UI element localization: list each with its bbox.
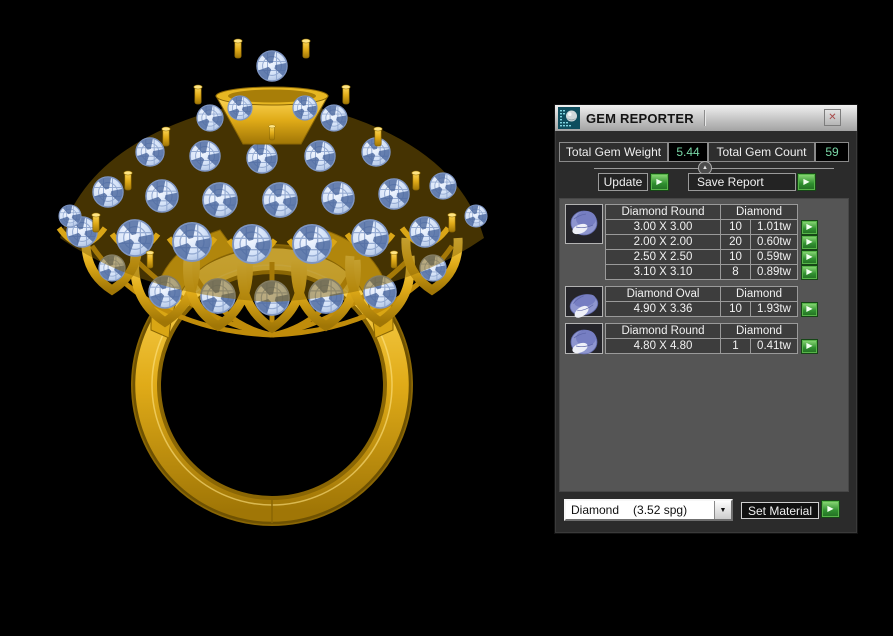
gem-weight-cell: 1.93tw [750, 301, 798, 317]
save-report-run-button[interactable]: ▶ [797, 173, 816, 191]
ring-3d-viewport[interactable] [0, 0, 556, 636]
gem-group: Diamond Round Diamond 4.80 X 4.80 1 0.41tw ▶ [565, 323, 848, 355]
titlebar-divider [704, 110, 705, 126]
gem-count-cell: 1 [720, 338, 751, 354]
run-icon: ▶ [656, 177, 663, 186]
titlebar[interactable]: GEM REPORTER ✕ [555, 105, 857, 131]
total-gem-weight-value: 5.44 [668, 142, 708, 162]
gem-group: Diamond Round Diamond 3.00 X 3.00 10 1.01tw ▶… [565, 204, 848, 280]
gem-size-cell: 3.00 X 3.00 [605, 219, 721, 235]
ring-render [56, 38, 489, 526]
round-gem-icon[interactable] [565, 204, 603, 244]
run-icon: ▶ [803, 177, 810, 186]
close-icon[interactable]: ✕ [824, 109, 841, 126]
gem-weight-cell: 0.59tw [750, 249, 798, 265]
gem-count-cell: 8 [720, 264, 751, 280]
gem-shape-header: Diamond Round [605, 204, 721, 220]
total-gem-weight-label: Total Gem Weight [559, 142, 668, 162]
run-icon: ▶ [806, 267, 813, 276]
chevron-down-icon[interactable]: ▼ [714, 501, 731, 519]
gem-size-cell: 3.10 X 3.10 [605, 264, 721, 280]
gem-weight-cell: 0.89tw [750, 264, 798, 280]
gem-size-row[interactable]: 4.80 X 4.80 1 0.41tw ▶ [605, 338, 819, 354]
run-icon: ▶ [806, 252, 813, 261]
gem-size-row[interactable]: 2.50 X 2.50 10 0.59tw ▶ [605, 249, 819, 265]
round-gem-icon[interactable] [565, 323, 603, 355]
gem-material-header: Diamond [720, 204, 798, 220]
update-button[interactable]: Update [598, 173, 648, 191]
select-gem-row-button[interactable]: ▶ [801, 234, 818, 250]
gem-size-row[interactable]: 3.00 X 3.00 10 1.01tw ▶ [605, 219, 819, 235]
set-material-button[interactable]: Set Material [741, 502, 819, 519]
gem-count-cell: 10 [720, 249, 751, 265]
gem-weight-cell: 0.60tw [750, 234, 798, 250]
gem-size-cell: 4.80 X 4.80 [605, 338, 721, 354]
gem-size-cell: 2.00 X 2.00 [605, 234, 721, 250]
run-icon: ▶ [806, 304, 813, 313]
save-report-button[interactable]: Save Report [688, 173, 796, 191]
gem-weight-cell: 0.41tw [750, 338, 798, 354]
run-icon: ▶ [806, 222, 813, 231]
gem-size-row[interactable]: 3.10 X 3.10 8 0.89tw ▶ [605, 264, 819, 280]
gem-shape-header: Diamond Round [605, 323, 721, 339]
run-icon: ▶ [806, 341, 813, 350]
select-gem-row-button[interactable]: ▶ [801, 301, 818, 317]
gem-reporter-icon [558, 107, 580, 129]
gem-reporter-panel: GEM REPORTER ✕ Total Gem Weight 5.44 Tot… [554, 104, 858, 534]
gem-size-row[interactable]: 4.90 X 3.36 10 1.93tw ▶ [605, 301, 819, 317]
total-gem-count-value: 59 [815, 142, 849, 162]
gem-count-cell: 10 [720, 219, 751, 235]
select-gem-row-button[interactable]: ▶ [801, 264, 818, 280]
material-density: (3.52 spg) [633, 503, 688, 517]
update-run-button[interactable]: ▶ [650, 173, 669, 191]
gem-cluster [56, 38, 489, 338]
run-icon: ▶ [806, 237, 813, 246]
gem-group: Diamond Oval Diamond 4.90 X 3.36 10 1.93tw ▶ [565, 286, 848, 318]
gem-count-cell: 10 [720, 301, 751, 317]
oval-gem-icon[interactable] [565, 286, 603, 318]
select-gem-row-button[interactable]: ▶ [801, 338, 818, 354]
gem-size-row[interactable]: 2.00 X 2.00 20 0.60tw ▶ [605, 234, 819, 250]
panel-slider-track[interactable] [594, 168, 834, 169]
material-name: Diamond [571, 503, 620, 517]
select-gem-row-button[interactable]: ▶ [801, 219, 818, 235]
gem-size-cell: 4.90 X 3.36 [605, 301, 721, 317]
material-combobox[interactable]: Diamond (3.52 spg) ▼ [564, 499, 733, 521]
gem-material-header: Diamond [720, 323, 798, 339]
gem-list[interactable]: Diamond Round Diamond 3.00 X 3.00 10 1.01tw ▶… [559, 198, 849, 492]
gem-size-cell: 2.50 X 2.50 [605, 249, 721, 265]
gem-material-header: Diamond [720, 286, 798, 302]
select-gem-row-button[interactable]: ▶ [801, 249, 818, 265]
set-material-run-button[interactable]: ▶ [821, 500, 840, 518]
total-gem-count-label: Total Gem Count [708, 142, 815, 162]
run-icon: ▶ [827, 504, 834, 513]
application-window: GEM REPORTER ✕ Total Gem Weight 5.44 Tot… [0, 0, 893, 636]
gem-shape-header: Diamond Oval [605, 286, 721, 302]
panel-title: GEM REPORTER [586, 110, 694, 126]
gem-count-cell: 20 [720, 234, 751, 250]
gem-weight-cell: 1.01tw [750, 219, 798, 235]
